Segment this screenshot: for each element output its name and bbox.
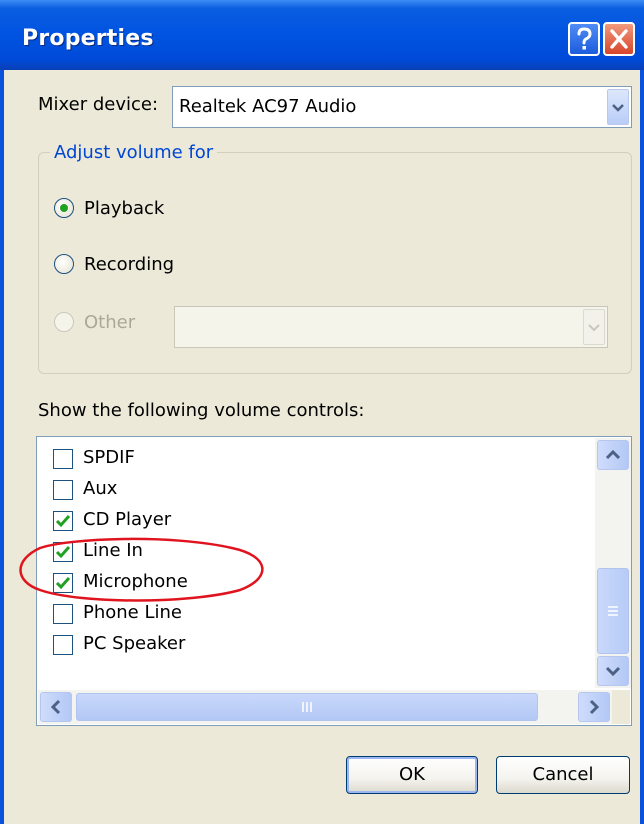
- properties-dialog: Properties Mixer device: Realtek AC97 Au…: [0, 0, 644, 824]
- cancel-button[interactable]: Cancel: [496, 756, 630, 794]
- ok-button[interactable]: OK: [346, 756, 478, 794]
- ok-button-label: OK: [399, 764, 425, 785]
- annotation-ellipse: [19, 537, 264, 602]
- cancel-button-label: Cancel: [532, 764, 594, 785]
